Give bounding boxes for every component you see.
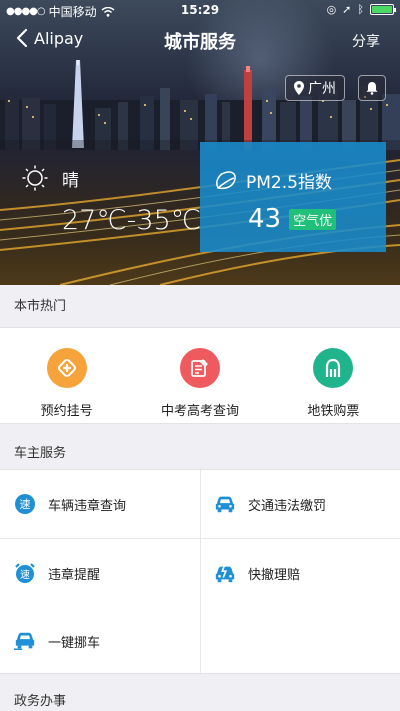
service-violation-query[interactable]: 速 车辆违章查询 bbox=[0, 470, 200, 538]
service-label: 交通违法缴罚 bbox=[248, 498, 327, 514]
leaf-icon bbox=[216, 170, 236, 189]
car-icon bbox=[214, 493, 236, 515]
battery-icon bbox=[370, 4, 396, 15]
temperature-range: 27℃-35℃ bbox=[62, 205, 202, 236]
service-move-car[interactable]: 一键挪车 bbox=[0, 607, 200, 675]
service-label: 车辆违章查询 bbox=[48, 498, 127, 514]
service-traffic-fine-payment[interactable]: 交通违法缴罚 bbox=[200, 470, 400, 538]
city-selector[interactable]: 广州 bbox=[285, 75, 345, 101]
empty-cell bbox=[200, 607, 400, 675]
city-header-banner: ●●●●○ 中国移动 15:29 ◎ ➚ ᛒ Alipay 城市服务 分享 广州… bbox=[0, 0, 400, 285]
service-label: 中考高考查询 bbox=[160, 404, 239, 419]
city-skyline-image bbox=[0, 60, 400, 150]
notification-button[interactable] bbox=[358, 75, 386, 101]
speed-badge-icon: 速 bbox=[14, 493, 36, 515]
weather-widget[interactable]: 晴 27℃-35℃ bbox=[22, 165, 201, 236]
alarm-speed-icon: 速 bbox=[14, 562, 36, 584]
service-label: 一键挪车 bbox=[48, 635, 101, 651]
service-quick-claim[interactable]: 快撤理赔 bbox=[200, 539, 400, 607]
bluetooth-icon: ᛒ bbox=[357, 3, 364, 16]
orientation-lock-icon: ◎ bbox=[326, 3, 337, 16]
air-quality-card[interactable]: PM2.5指数 43 空气优 bbox=[200, 142, 386, 252]
section-header-hot: 本市热门 bbox=[0, 285, 400, 327]
plus-diamond-icon bbox=[46, 348, 87, 388]
page-title: 城市服务 bbox=[164, 32, 236, 53]
sun-icon bbox=[22, 165, 48, 191]
service-label: 违章提醒 bbox=[48, 567, 101, 583]
service-label: 预约挂号 bbox=[40, 404, 93, 419]
car-move-icon bbox=[14, 630, 36, 652]
pm25-value: 43 bbox=[248, 204, 282, 234]
share-button[interactable]: 分享 bbox=[352, 31, 380, 51]
service-appointment-registration[interactable]: 预约挂号 bbox=[0, 328, 133, 423]
hot-services-panel: 预约挂号 中考高考查询 地铁购票 bbox=[0, 327, 400, 424]
location-arrow-icon: ➚ bbox=[342, 3, 352, 16]
nav-bar: Alipay 城市服务 分享 bbox=[0, 22, 400, 60]
service-label: 地铁购票 bbox=[307, 404, 360, 419]
weather-condition: 晴 bbox=[62, 170, 79, 191]
service-metro-ticket[interactable]: 地铁购票 bbox=[267, 328, 400, 423]
map-pin-icon bbox=[294, 81, 304, 95]
svg-text:速: 速 bbox=[20, 569, 30, 581]
air-quality-badge: 空气优 bbox=[289, 208, 337, 230]
svg-text:速: 速 bbox=[20, 498, 31, 511]
service-exam-query[interactable]: 中考高考查询 bbox=[133, 328, 266, 423]
metro-icon bbox=[313, 348, 354, 388]
service-violation-reminder[interactable]: 速 违章提醒 bbox=[0, 539, 200, 607]
section-header-car: 车主服务 bbox=[0, 432, 400, 474]
car-services-panel: 速 车辆违章查询 交通违法缴罚 速 违章提醒 快撤理赔 一键挪车 bbox=[0, 469, 400, 675]
car-crash-icon bbox=[214, 562, 236, 584]
air-label: PM2.5指数 bbox=[246, 173, 332, 193]
section-header-gov: 政务办事 bbox=[0, 680, 400, 711]
bell-icon bbox=[366, 82, 378, 95]
service-label: 快撤理赔 bbox=[248, 567, 301, 583]
status-bar: ●●●●○ 中国移动 15:29 ◎ ➚ ᛒ bbox=[0, 0, 400, 20]
city-name: 广州 bbox=[308, 81, 336, 97]
exam-query-icon bbox=[179, 348, 220, 388]
